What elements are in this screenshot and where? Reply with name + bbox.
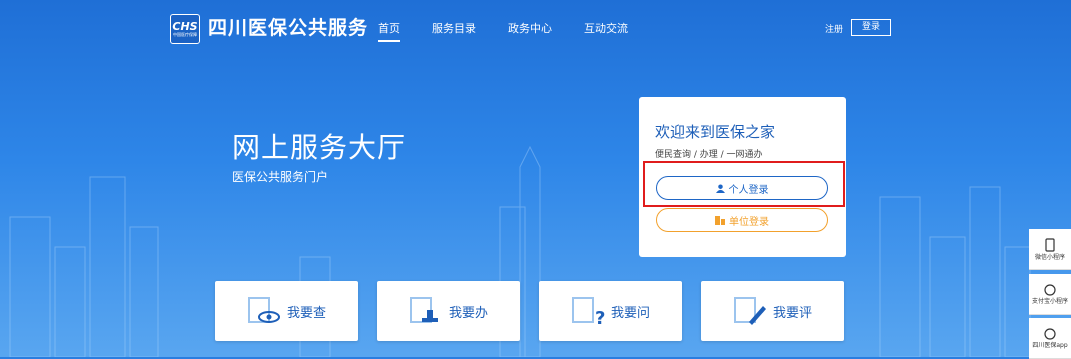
logo-subtext: 中国医疗保障: [173, 31, 197, 37]
stamp-icon: [409, 297, 438, 323]
tile-ask[interactable]: ? 我要问: [539, 281, 682, 341]
tile-query[interactable]: 我要查: [215, 281, 358, 341]
nav-interaction[interactable]: 互动交流: [584, 20, 628, 36]
side-sichuan-app[interactable]: 四川医保app: [1029, 318, 1071, 359]
tile-evaluate-label: 我要评: [772, 305, 812, 321]
side-wechat-miniprogram[interactable]: 微信小程序: [1029, 229, 1071, 270]
side-app-label: 四川医保app: [1032, 341, 1068, 349]
tile-handle-label: 我要办: [448, 305, 488, 321]
tile-handle[interactable]: 我要办: [377, 281, 520, 341]
login-button[interactable]: 登录: [851, 19, 891, 36]
building-icon: [715, 215, 725, 225]
hero-title: 网上服务大厅: [232, 131, 407, 164]
tile-query-label: 我要查: [286, 305, 326, 321]
svg-text:?: ?: [595, 308, 605, 326]
highlight-box: [643, 161, 845, 207]
register-link[interactable]: 注册: [825, 22, 843, 35]
org-login-button[interactable]: 单位登录: [656, 208, 828, 232]
app-icon: [1044, 327, 1056, 340]
side-alipay-label: 支付宝小程序: [1031, 297, 1068, 305]
chs-logo[interactable]: CHS 中国医疗保障: [170, 14, 200, 44]
logo-text: CHS: [172, 19, 198, 33]
hero-subtitle: 医保公共服务门户: [232, 170, 329, 184]
miniprogram-icon: [1044, 283, 1056, 296]
card-title: 欢迎来到医保之家: [655, 123, 776, 141]
question-icon: ?: [571, 297, 605, 326]
nav-government-center[interactable]: 政务中心: [508, 20, 552, 36]
eye-icon: [247, 297, 280, 323]
side-wechat-label: 微信小程序: [1034, 253, 1065, 261]
card-subtitle: 便民查询 / 办理 / 一网通办: [655, 150, 763, 160]
tile-ask-label: 我要问: [610, 305, 650, 321]
top-header: CHS 中国医疗保障 四川医保公共服务 首页 服务目录 政务中心 互动交流 注册…: [0, 0, 1071, 60]
site-title: 四川医保公共服务: [208, 17, 369, 39]
side-alipay-miniprogram[interactable]: 支付宝小程序: [1029, 274, 1071, 315]
nav-home[interactable]: 首页: [378, 20, 400, 42]
phone-icon: [1045, 237, 1055, 252]
nav-service-catalog[interactable]: 服务目录: [432, 20, 476, 36]
tile-evaluate[interactable]: 我要评: [701, 281, 844, 341]
org-login-label: 单位登录: [729, 216, 769, 228]
pencil-icon: [733, 297, 766, 325]
city-skyline-illustration: [9, 145, 1031, 357]
